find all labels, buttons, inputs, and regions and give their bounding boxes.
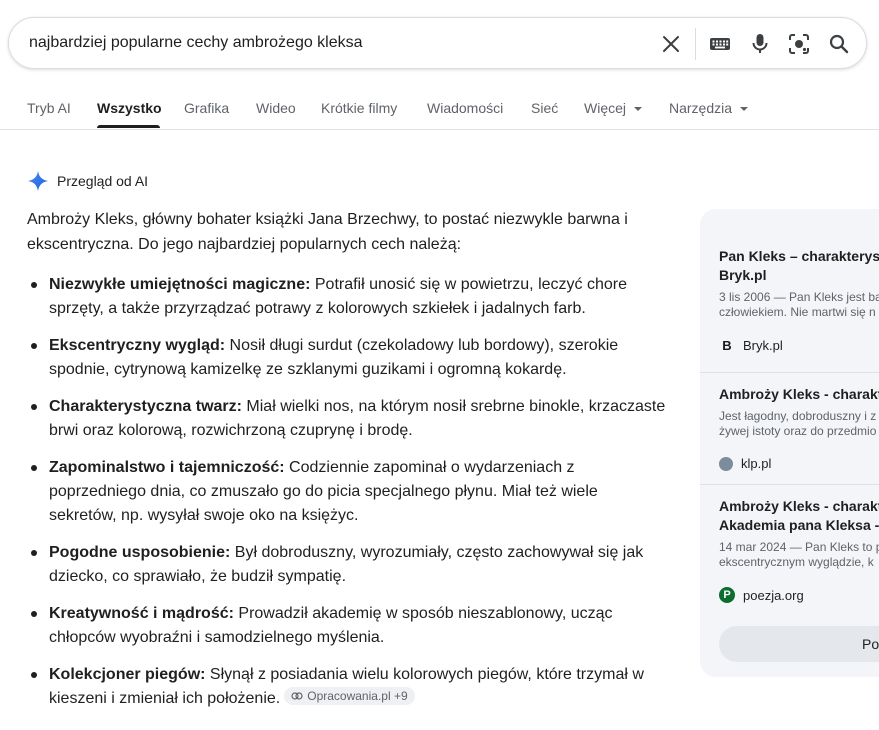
- source-card-title: Ambroży Kleks - charakt: [719, 386, 879, 402]
- tab-wszystko[interactable]: Wszystko: [97, 100, 162, 116]
- list-item: Niezwykłe umiejętności magiczne: Potrafi…: [27, 273, 667, 321]
- source-site-name: Bryk.pl: [743, 337, 783, 353]
- ai-overview-intro: Ambroży Kleks, główny bohater książki Ja…: [27, 211, 628, 253]
- source-card-poezja[interactable]: Ambroży Kleks - charakt Akademia pana Kle…: [719, 497, 879, 603]
- divider: [700, 372, 879, 373]
- link-icon: [291, 692, 303, 700]
- tab-label: Narzędzia: [669, 100, 733, 116]
- search-input[interactable]: najbardziej popularne cechy ambrożego kl…: [29, 34, 363, 52]
- tab-siec[interactable]: Sieć: [531, 100, 558, 116]
- source-card-title: Ambroży Kleks - charakt Akademia pana Kle…: [719, 498, 879, 533]
- source-chip-label: Opracowania.pl +9: [307, 689, 408, 703]
- tab-label: Tryb AI: [27, 100, 71, 116]
- ai-overview-title: Przegląd od AI: [57, 173, 149, 189]
- trait-name: Charakterystyczna twarz:: [49, 398, 242, 415]
- tab-label: Sieć: [531, 100, 559, 116]
- sparkle-icon: [27, 170, 49, 192]
- source-site-name: poezja.org: [743, 587, 804, 603]
- source-card-snippet: Jest łagodny, dobroduszny i z żywej istot…: [719, 409, 877, 438]
- list-item: Charakterystyczna twarz: Miał wielki nos…: [27, 395, 667, 443]
- tab-wideo[interactable]: Wideo: [256, 100, 296, 116]
- list-item: Ekscentryczny wygląd: Nosił długi surdut…: [27, 334, 667, 382]
- keyboard-icon[interactable]: [706, 30, 734, 58]
- ai-overview-content: Ambroży Kleks, główny bohater książki Ja…: [27, 207, 667, 724]
- source-card-title: Pan Kleks – charakterys Bryk.pl: [719, 248, 879, 283]
- tab-wiecej[interactable]: Więcej: [584, 100, 643, 116]
- source-site-name: klp.pl: [741, 456, 772, 471]
- chevron-down-icon: [634, 107, 643, 111]
- trait-name: Kreatywność i mądrość:: [49, 605, 234, 622]
- tab-narzedzia[interactable]: Narzędzia: [669, 100, 749, 116]
- trait-name: Zapominalstwo i tajemniczość:: [49, 459, 285, 476]
- list-item: Kreatywność i mądrość: Prowadził akademi…: [27, 602, 667, 650]
- tab-krotkie-filmy[interactable]: Krótkie filmy: [321, 100, 397, 116]
- trait-name: Kolekcjoner piegów:: [49, 666, 206, 683]
- list-item: Kolekcjoner piegów: Słynął z posiadania …: [27, 663, 667, 711]
- sources-panel: Pan Kleks – charakterys Bryk.pl 3 lis 200…: [700, 209, 879, 677]
- bryk-favicon-icon: B: [722, 337, 732, 353]
- source-site: B Bryk.pl: [719, 337, 879, 353]
- search-icon[interactable]: [825, 30, 853, 58]
- more-button-label: Po: [862, 636, 879, 652]
- tab-label: Wideo: [256, 100, 296, 116]
- source-chip[interactable]: Opracowania.pl +9: [284, 687, 415, 705]
- divider: [700, 484, 879, 485]
- source-card-bryk[interactable]: Pan Kleks – charakterys Bryk.pl 3 lis 200…: [719, 247, 879, 353]
- tab-label: Krótkie filmy: [321, 100, 398, 116]
- tab-tryb-ai[interactable]: Tryb AI: [27, 100, 71, 116]
- active-tab-indicator: [97, 125, 160, 128]
- search-bar[interactable]: najbardziej popularne cechy ambrożego kl…: [8, 17, 867, 69]
- close-icon[interactable]: [657, 30, 685, 58]
- microphone-icon[interactable]: [746, 30, 774, 58]
- show-more-sources-button[interactable]: Po: [719, 626, 879, 662]
- source-card-snippet: 14 mar 2024 — Pan Kleks to p ekscentryczn…: [719, 540, 879, 569]
- tab-label: Grafika: [184, 100, 230, 116]
- tab-grafika[interactable]: Grafika: [184, 100, 229, 116]
- lens-icon[interactable]: [785, 30, 813, 58]
- ai-overview-header: Przegląd od AI: [27, 170, 148, 192]
- source-site: P poezja.org: [719, 587, 879, 603]
- chevron-down-icon: [740, 107, 749, 111]
- trait-name: Pogodne usposobienie:: [49, 544, 231, 561]
- search-divider: [695, 28, 696, 60]
- tab-label: Więcej: [584, 100, 627, 116]
- trait-list: Niezwykłe umiejętności magiczne: Potrafi…: [27, 273, 667, 711]
- tab-wiadomosci[interactable]: Wiadomości: [427, 100, 503, 116]
- list-item: Zapominalstwo i tajemniczość: Codziennie…: [27, 456, 667, 528]
- search-tabs: Tryb AI Wszystko Grafika Wideo Krótkie f…: [0, 88, 879, 130]
- tab-label: Wiadomości: [427, 100, 504, 116]
- trait-name: Niezwykłe umiejętności magiczne:: [49, 276, 311, 293]
- source-card-klp[interactable]: Ambroży Kleks - charakt Jest łagodny, do…: [719, 385, 879, 471]
- list-item: Pogodne usposobienie: Był dobroduszny, w…: [27, 541, 667, 589]
- klp-favicon-icon: [719, 456, 733, 471]
- source-site: klp.pl: [719, 456, 879, 471]
- source-card-snippet: 3 lis 2006 — Pan Kleks jest ba człowiekie…: [719, 290, 879, 319]
- tab-label: Wszystko: [97, 100, 162, 116]
- trait-name: Ekscentryczny wygląd:: [49, 337, 226, 354]
- poezja-favicon-icon: P: [719, 587, 735, 603]
